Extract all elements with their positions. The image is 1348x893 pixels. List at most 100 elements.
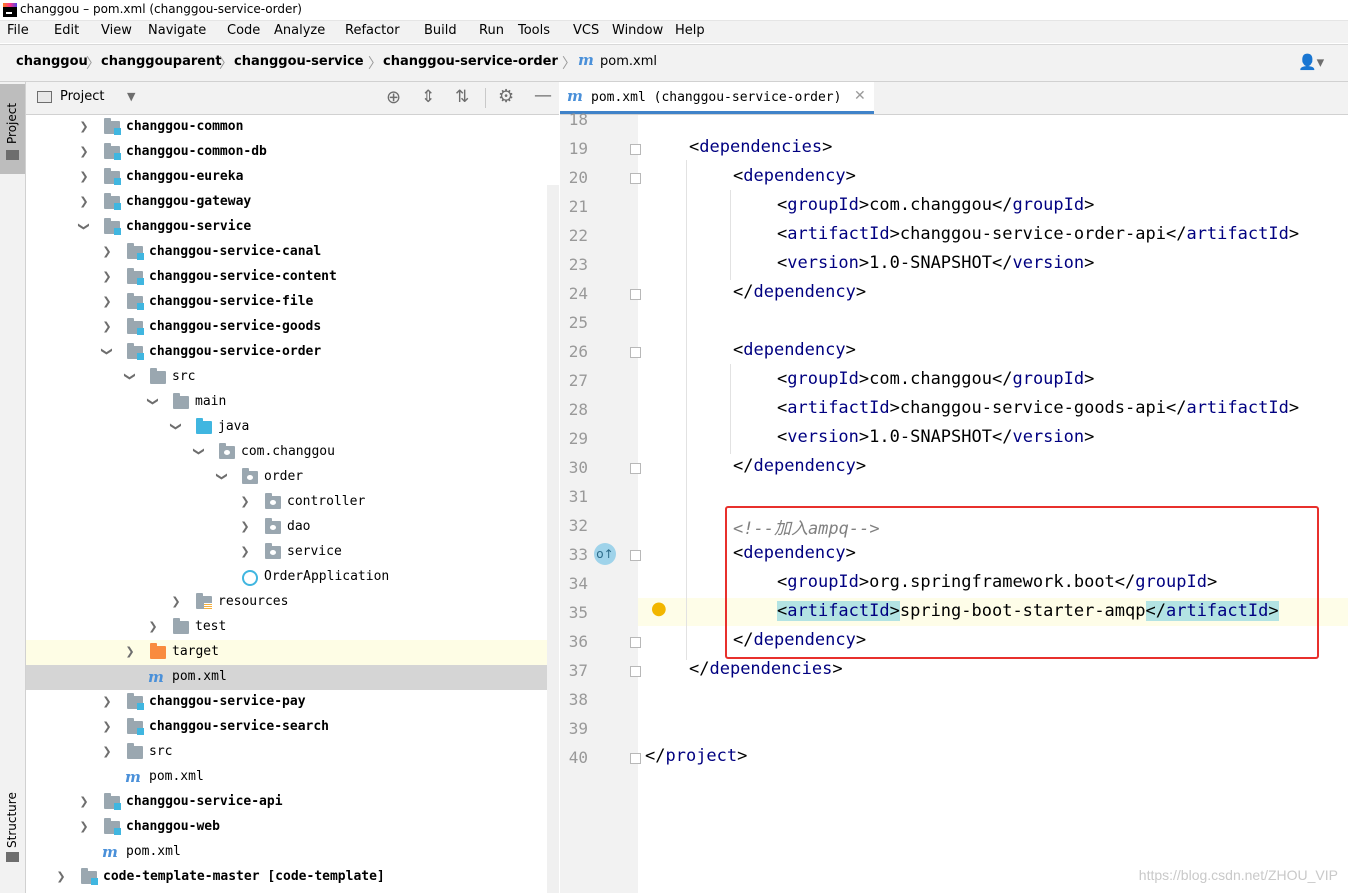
tree-item[interactable]: ❯ changgou-common-db (26, 140, 559, 165)
fold-marker[interactable] (630, 666, 641, 677)
tree-item[interactable]: ❯ changgou-service-canal (26, 240, 559, 265)
collapse-all-icon[interactable]: ⇅ (455, 87, 469, 107)
fold-marker[interactable] (630, 463, 641, 474)
tree-item[interactable]: ❯ changgou-service (26, 215, 559, 240)
structure-tool-button[interactable]: Structure (5, 792, 19, 848)
tree-item[interactable]: ❯ changgou-eureka (26, 165, 559, 190)
chevron-down-icon[interactable]: ❯ (101, 346, 114, 358)
menu-file[interactable]: File (7, 23, 29, 38)
chevron-down-icon[interactable]: ❯ (124, 371, 137, 383)
tree-item[interactable]: ❯ controller (26, 490, 559, 515)
gear-icon[interactable]: ⚙ (498, 86, 514, 107)
tree-item[interactable]: ❯ changgou-gateway (26, 190, 559, 215)
tree-item[interactable]: m pom.xml (26, 840, 559, 865)
fold-marker[interactable] (630, 289, 641, 300)
chevron-right-icon[interactable]: ❯ (78, 170, 90, 183)
fold-marker[interactable] (630, 753, 641, 764)
tree-item[interactable]: ❯ com.changgou (26, 440, 559, 465)
chevron-right-icon[interactable]: ❯ (78, 120, 90, 133)
dropdown-icon[interactable]: ▼ (127, 90, 135, 103)
chevron-right-icon[interactable]: ❯ (101, 295, 113, 308)
menu-help[interactable]: Help (675, 23, 705, 38)
tree-item-selected[interactable]: m pom.xml (26, 665, 559, 690)
tree-item[interactable]: ❯ resources (26, 590, 559, 615)
chevron-right-icon[interactable]: ❯ (147, 620, 159, 633)
chevron-right-icon[interactable]: ❯ (78, 795, 90, 808)
chevron-down-icon[interactable]: ❯ (216, 471, 229, 483)
tree-item[interactable]: ❯ dao (26, 515, 559, 540)
fold-marker[interactable] (630, 550, 641, 561)
tree-item[interactable]: ❯ test (26, 615, 559, 640)
chevron-right-icon[interactable]: ❯ (101, 270, 113, 283)
chevron-right-icon[interactable]: ❯ (101, 320, 113, 333)
menu-edit[interactable]: Edit (54, 23, 79, 38)
tree-item[interactable]: ❯ changgou-service-goods (26, 315, 559, 340)
breadcrumb-changgou-service[interactable]: changgou-service (234, 54, 364, 69)
tree-item[interactable]: ❯ main (26, 390, 559, 415)
close-icon[interactable]: ✕ (854, 88, 866, 104)
fold-marker[interactable] (630, 144, 641, 155)
lightbulb-icon[interactable]: ● (651, 598, 667, 619)
tree-item[interactable]: ❯ changgou-service-api (26, 790, 559, 815)
tree-item[interactable]: ❯ changgou-service-file (26, 290, 559, 315)
tree-item[interactable]: ❯ changgou-common (26, 115, 559, 140)
fold-marker[interactable] (630, 173, 641, 184)
tree-item[interactable]: ❯ src (26, 365, 559, 390)
project-tool-button[interactable]: Project (0, 84, 25, 174)
menu-build[interactable]: Build (424, 23, 457, 38)
tree-item[interactable]: ❯ code-template-master [code-template] (26, 865, 559, 890)
chevron-right-icon[interactable]: ❯ (239, 495, 251, 508)
chevron-right-icon[interactable]: ❯ (239, 520, 251, 533)
tree-item[interactable]: ❯ java (26, 415, 559, 440)
menu-tools[interactable]: Tools (518, 23, 550, 38)
chevron-right-icon[interactable]: ❯ (170, 595, 182, 608)
tree-item[interactable]: ❯ changgou-service-pay (26, 690, 559, 715)
breadcrumb-changgouparent[interactable]: changgouparent (101, 54, 222, 69)
chevron-right-icon[interactable]: ❯ (55, 870, 67, 883)
tree-item[interactable]: OrderApplication (26, 565, 559, 590)
tree-item[interactable]: ❯ changgou-web (26, 815, 559, 840)
tree-item[interactable]: m pom.xml (26, 765, 559, 790)
maven-override-icon[interactable]: o↑ (594, 543, 616, 565)
menu-vcs[interactable]: VCS (573, 23, 599, 38)
menu-navigate[interactable]: Navigate (148, 23, 206, 38)
user-icon[interactable]: 👤▾ (1298, 53, 1324, 71)
hide-icon[interactable]: — (534, 85, 552, 106)
tree-item[interactable]: ❯ changgou-service-search (26, 715, 559, 740)
chevron-down-icon[interactable]: ❯ (78, 221, 91, 233)
chevron-down-icon[interactable]: ❯ (193, 446, 206, 458)
menu-refactor[interactable]: Refactor (345, 23, 400, 38)
tree-item[interactable]: ❯ target (26, 640, 559, 665)
fold-marker[interactable] (630, 347, 641, 358)
chevron-down-icon[interactable]: ❯ (147, 396, 160, 408)
chevron-down-icon[interactable]: ❯ (170, 421, 183, 433)
chevron-right-icon[interactable]: ❯ (124, 645, 136, 658)
breadcrumb-changgou-service-order[interactable]: changgou-service-order (383, 54, 558, 69)
tree-scrollbar[interactable] (547, 185, 559, 893)
breadcrumb-changgou[interactable]: changgou (16, 54, 88, 69)
tree-item[interactable]: ❯ changgou-service-content (26, 265, 559, 290)
chevron-right-icon[interactable]: ❯ (101, 695, 113, 708)
chevron-right-icon[interactable]: ❯ (78, 145, 90, 158)
menu-window[interactable]: Window (612, 23, 663, 38)
project-panel-title[interactable]: Project (60, 89, 104, 104)
menu-run[interactable]: Run (479, 23, 504, 38)
chevron-right-icon[interactable]: ❯ (101, 720, 113, 733)
menu-view[interactable]: View (101, 23, 132, 38)
expand-all-icon[interactable]: ⇕ (421, 87, 435, 107)
fold-marker[interactable] (630, 637, 641, 648)
locate-icon[interactable]: ⊕ (386, 87, 401, 108)
tree-item[interactable]: ❯ order (26, 465, 559, 490)
chevron-right-icon[interactable]: ❯ (78, 820, 90, 833)
menu-code[interactable]: Code (227, 23, 260, 38)
menu-analyze[interactable]: Analyze (274, 23, 325, 38)
tree-item[interactable]: ❯ service (26, 540, 559, 565)
tree-item[interactable]: ❯ src (26, 740, 559, 765)
chevron-right-icon[interactable]: ❯ (101, 745, 113, 758)
chevron-right-icon[interactable]: ❯ (239, 545, 251, 558)
chevron-right-icon[interactable]: ❯ (101, 245, 113, 258)
chevron-right-icon[interactable]: ❯ (78, 195, 90, 208)
tree-item[interactable]: ❯ changgou-service-order (26, 340, 559, 365)
breadcrumb-pom[interactable]: pom.xml (600, 54, 657, 69)
editor-tab[interactable]: m pom.xml (changgou-service-order) ✕ (560, 82, 874, 114)
